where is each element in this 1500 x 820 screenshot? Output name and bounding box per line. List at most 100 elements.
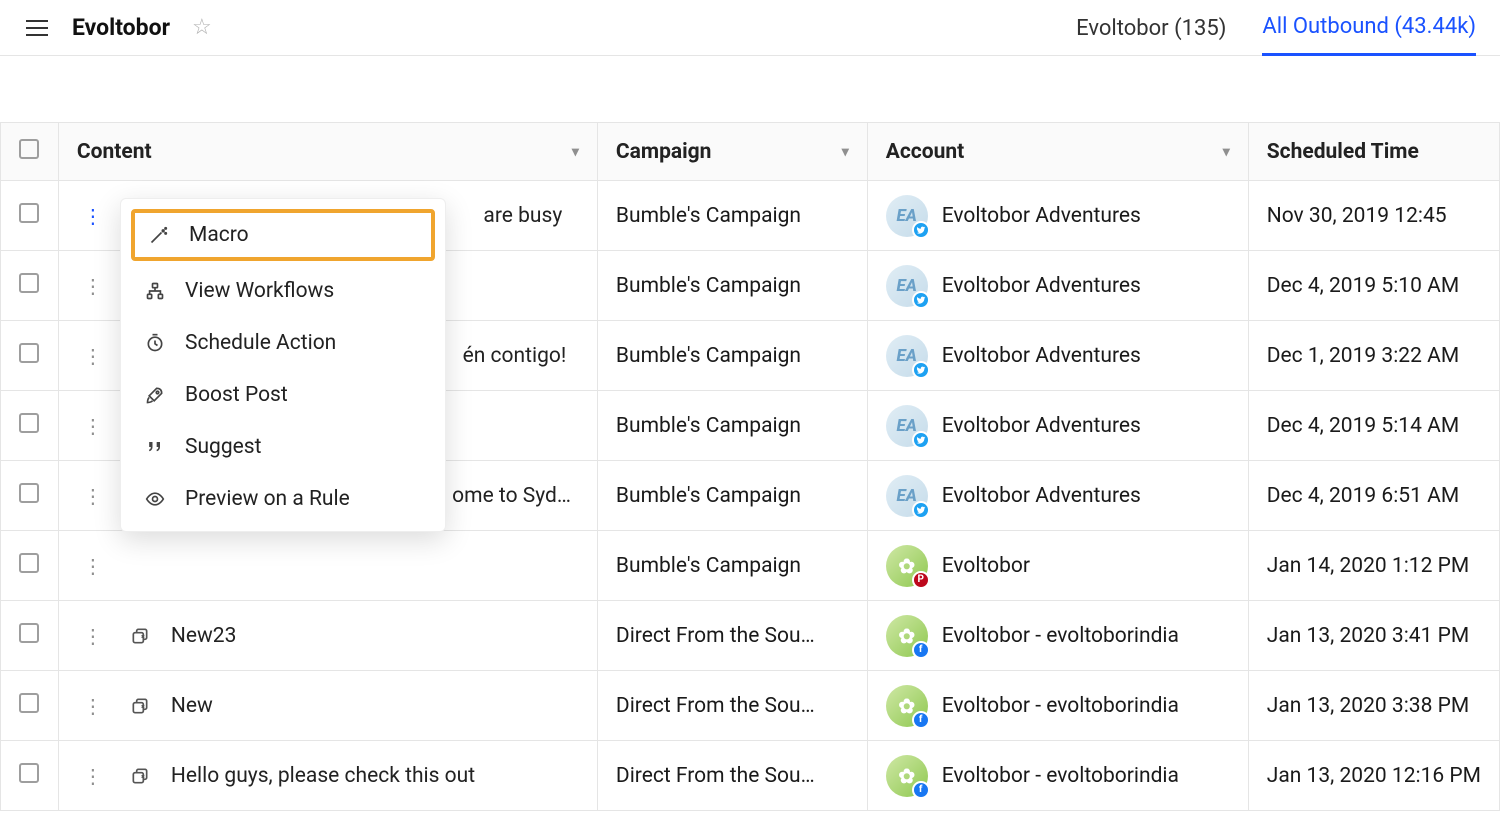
row-checkbox[interactable] <box>19 203 39 223</box>
header-checkbox-cell <box>1 123 59 181</box>
header-left: Evoltobor ☆ <box>24 14 212 41</box>
table-row[interactable]: ⋮Bumble's Campaign✿PEvoltoborJan 14, 202… <box>1 531 1500 601</box>
row-checkbox[interactable] <box>19 413 39 433</box>
table-row[interactable]: ⋮NewDirect From the Sou…✿fEvoltobor - ev… <box>1 671 1500 741</box>
table-row[interactable]: ⋮New23Direct From the Sou…✿fEvoltobor - … <box>1 601 1500 671</box>
row-content-cell: ⋮ New <box>58 671 597 741</box>
row-checkbox[interactable] <box>19 693 39 713</box>
platform-badge-icon <box>912 361 930 379</box>
row-actions-kebab[interactable]: ⋮ <box>77 480 109 512</box>
row-content-cell: ⋮New23 <box>58 601 597 671</box>
row-checkbox-cell <box>1 531 59 601</box>
row-checkbox[interactable] <box>19 273 39 293</box>
row-context-menu: Macro View Workflows Schedule Action Boo… <box>120 198 446 532</box>
row-scheduled-cell: Dec 4, 2019 5:10 AM <box>1248 251 1499 321</box>
row-campaign-cell: Bumble's Campaign <box>597 531 867 601</box>
account-avatar: EA <box>886 335 928 377</box>
row-campaign-cell: Bumble's Campaign <box>597 181 867 251</box>
account-avatar: EA <box>886 475 928 517</box>
menu-item-suggest[interactable]: Suggest <box>121 421 445 473</box>
row-actions-kebab[interactable]: ⋮ <box>77 550 109 582</box>
favorite-star-icon[interactable]: ☆ <box>192 15 212 40</box>
row-content-cell: ⋮ Hello guys, please check this out <box>58 741 597 811</box>
header-bar: Evoltobor ☆ Evoltobor (135) All Outbound… <box>0 0 1500 56</box>
row-content-text: Hello guys, please check this out <box>171 764 475 788</box>
account-name: Evoltobor - evoltoborindia <box>942 694 1179 718</box>
account-name: Evoltobor <box>942 554 1030 578</box>
header-campaign-label: Campaign <box>616 140 712 164</box>
menu-item-schedule-action[interactable]: Schedule Action <box>121 317 445 369</box>
menu-item-view-workflows[interactable]: View Workflows <box>121 265 445 317</box>
row-campaign-cell: Direct From the Sou… <box>597 741 867 811</box>
menu-item-boost-post[interactable]: Boost Post <box>121 369 445 421</box>
menu-item-macro[interactable]: Macro <box>131 209 435 261</box>
row-scheduled-cell: Dec 4, 2019 5:14 AM <box>1248 391 1499 461</box>
row-account-cell: ✿P Evoltobor <box>867 531 1248 601</box>
row-campaign-cell: Bumble's Campaign <box>597 251 867 321</box>
hamburger-menu-button[interactable] <box>24 16 50 40</box>
row-checkbox-cell <box>1 741 59 811</box>
row-content-text: New <box>171 694 213 718</box>
row-actions-kebab[interactable]: ⋮ <box>77 690 109 722</box>
menu-item-preview-rule-label: Preview on a Rule <box>185 487 350 511</box>
platform-badge-icon: f <box>912 781 930 799</box>
tab-all-outbound[interactable]: All Outbound (43.44k) <box>1262 14 1476 56</box>
account-avatar: ✿f <box>886 615 928 657</box>
row-actions-kebab[interactable]: ⋮ <box>77 200 109 232</box>
row-account-cell: EA Evoltobor Adventures <box>867 251 1248 321</box>
platform-badge-icon <box>912 501 930 519</box>
account-avatar: ✿f <box>886 755 928 797</box>
account-avatar: EA <box>886 265 928 307</box>
duplicate-icon <box>129 765 151 787</box>
table-row[interactable]: ⋮ Hello guys, please check this out Direct… <box>1 741 1500 811</box>
header-scheduled[interactable]: Scheduled Time <box>1248 123 1499 181</box>
row-actions-kebab[interactable]: ⋮ <box>77 270 109 302</box>
chevron-down-icon: ▾ <box>572 144 579 160</box>
row-checkbox[interactable] <box>19 343 39 363</box>
platform-badge-icon: f <box>912 641 930 659</box>
workflow-icon <box>143 281 167 301</box>
account-name: Evoltobor Adventures <box>942 344 1141 368</box>
quote-icon <box>143 437 167 457</box>
row-checkbox[interactable] <box>19 763 39 783</box>
row-account-cell: ✿fEvoltobor - evoltoborindia <box>867 741 1248 811</box>
select-all-checkbox[interactable] <box>19 139 39 159</box>
stopwatch-icon <box>143 333 167 353</box>
row-checkbox-cell <box>1 671 59 741</box>
row-campaign-cell: Bumble's Campaign <box>597 391 867 461</box>
header-account[interactable]: Account ▾ <box>867 123 1248 181</box>
row-checkbox[interactable] <box>19 623 39 643</box>
row-account-cell: ✿fEvoltobor - evoltoborindia <box>867 671 1248 741</box>
account-name: Evoltobor Adventures <box>942 274 1141 298</box>
row-campaign-cell: Bumble's Campaign <box>597 461 867 531</box>
toolbar-spacer <box>0 56 1500 122</box>
page-title: Evoltobor <box>72 14 170 41</box>
menu-item-preview-rule[interactable]: Preview on a Rule <box>121 473 445 525</box>
row-scheduled-cell: Dec 1, 2019 3:22 AM <box>1248 321 1499 391</box>
row-account-cell: ✿f Evoltobor - evoltoborindia <box>867 601 1248 671</box>
platform-badge-icon: P <box>912 571 930 589</box>
row-checkbox-cell <box>1 321 59 391</box>
row-actions-kebab[interactable]: ⋮ <box>77 620 109 652</box>
header-campaign[interactable]: Campaign ▾ <box>597 123 867 181</box>
account-avatar: ✿P <box>886 545 928 587</box>
row-checkbox[interactable] <box>19 553 39 573</box>
header-tabs: Evoltobor (135) All Outbound (43.44k) <box>1076 14 1476 41</box>
row-account-cell: EA Evoltobor Adventures <box>867 321 1248 391</box>
menu-item-macro-label: Macro <box>189 223 249 247</box>
row-actions-kebab[interactable]: ⋮ <box>77 410 109 442</box>
platform-badge-icon: f <box>912 711 930 729</box>
header-content-label: Content <box>77 140 152 164</box>
row-actions-kebab[interactable]: ⋮ <box>77 760 109 792</box>
row-checkbox[interactable] <box>19 483 39 503</box>
row-actions-kebab[interactable]: ⋮ <box>77 340 109 372</box>
row-account-cell: EAEvoltobor Adventures <box>867 461 1248 531</box>
account-name: Evoltobor - evoltoborindia <box>942 624 1179 648</box>
row-scheduled-cell: Jan 13, 2020 12:16 PM <box>1248 741 1499 811</box>
tab-evoltobor[interactable]: Evoltobor (135) <box>1076 16 1226 55</box>
menu-item-view-workflows-label: View Workflows <box>185 279 334 303</box>
wand-icon <box>147 225 171 245</box>
row-scheduled-cell: Nov 30, 2019 12:45 <box>1248 181 1499 251</box>
platform-badge-icon <box>912 221 930 239</box>
header-content[interactable]: Content ▾ <box>58 123 597 181</box>
